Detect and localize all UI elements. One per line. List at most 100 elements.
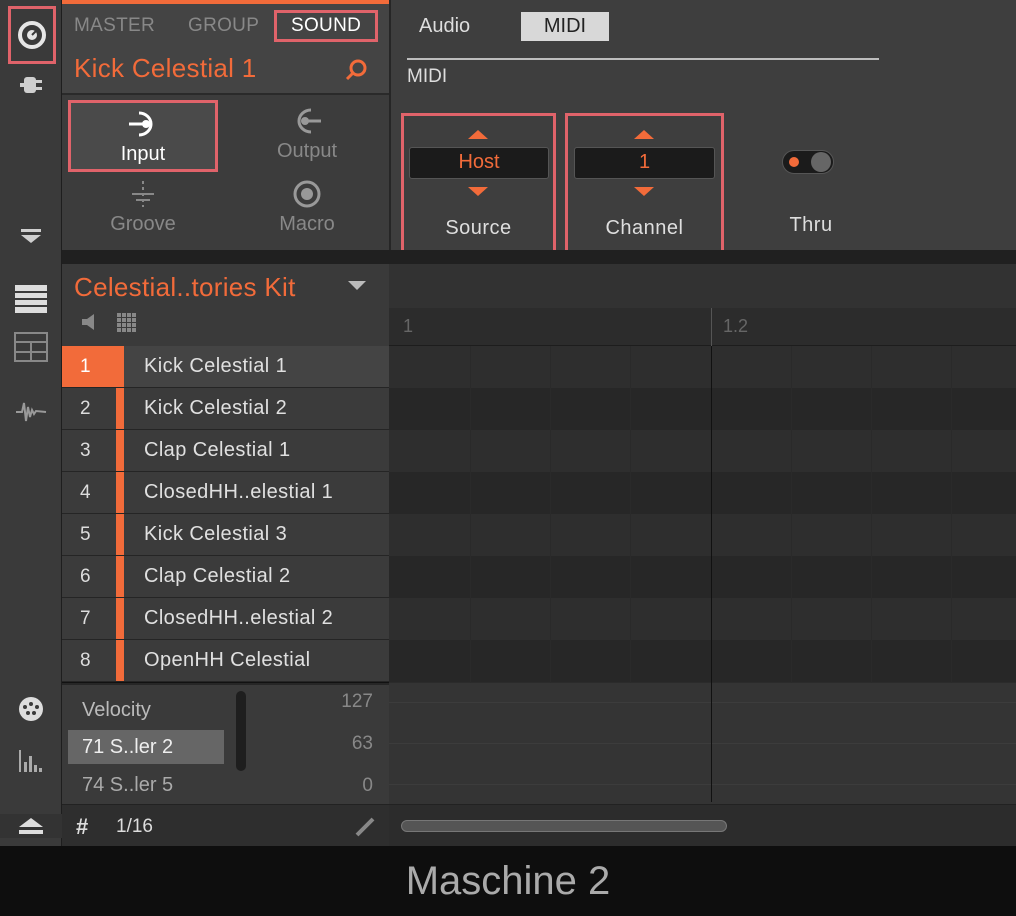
source-up-arrow-icon[interactable] (468, 130, 488, 139)
grid-line (550, 346, 551, 683)
channel-control: 1 Channel (565, 113, 724, 253)
sound-slot-number: 3 (80, 440, 91, 461)
sound-slot-name: Kick Celestial 1 (144, 355, 288, 377)
source-control: Host Source (401, 113, 556, 253)
pattern-lane[interactable] (389, 598, 1016, 640)
tab-midi[interactable]: MIDI (521, 12, 609, 41)
pattern-lane[interactable] (389, 640, 1016, 682)
navigation-panel: MASTER GROUP SOUND Kick Celestial 1 (62, 0, 389, 95)
section-output-label: Output (276, 140, 338, 162)
pattern-lane[interactable] (389, 430, 1016, 472)
grid-line (791, 346, 792, 683)
sound-slot-row[interactable]: 8 OpenHH Celestial (62, 640, 389, 682)
thru-toggle[interactable] (782, 150, 834, 174)
ruler-marker: 1 (403, 316, 414, 336)
sound-name-title: Kick Celestial 1 (74, 53, 257, 83)
modulation-item[interactable]: Velocity (82, 699, 151, 722)
pattern-lane[interactable] (389, 514, 1016, 556)
pattern-editor[interactable]: 1 1.2 (389, 264, 1016, 846)
channel-up-arrow-icon[interactable] (634, 130, 654, 139)
modulation-item[interactable]: 74 S..ler 5 (82, 774, 173, 797)
source-value-field[interactable]: Host (409, 147, 549, 179)
section-macro-label: Macro (279, 213, 335, 235)
sound-slot-row[interactable]: 1 Kick Celestial 1 (62, 346, 389, 388)
collapse-down-icon[interactable] (0, 224, 62, 248)
pattern-lane[interactable] (389, 556, 1016, 598)
sound-color-bar (116, 472, 124, 513)
control-knob-icon[interactable] (8, 6, 56, 64)
velocity-lane[interactable] (389, 683, 1016, 804)
pencil-icon[interactable] (354, 816, 376, 843)
pattern-view-icon[interactable] (0, 330, 62, 364)
tab-master[interactable]: MASTER (74, 15, 155, 37)
sound-slot-number: 6 (80, 566, 91, 587)
pattern-lane[interactable] (389, 388, 1016, 430)
sound-slot-number: 1 (62, 346, 124, 387)
sound-slot-row[interactable]: 2 Kick Celestial 2 (62, 388, 389, 430)
scale-mid-value: 63 (351, 733, 373, 754)
section-groove-button[interactable]: Groove (68, 179, 218, 236)
section-macro-button[interactable]: Macro (232, 179, 382, 236)
toggle-knob (811, 152, 831, 172)
channel-down-arrow-icon[interactable] (634, 187, 654, 196)
sound-slot-number: 5 (80, 524, 91, 545)
list-scrollbar[interactable] (236, 691, 246, 771)
sound-slot-name: Kick Celestial 3 (144, 523, 288, 545)
thru-label: Thru (789, 214, 833, 236)
speaker-mute-icon[interactable] (80, 312, 98, 337)
sound-color-bar (116, 556, 124, 597)
automation-icon[interactable] (0, 746, 62, 776)
ruler-marker: 1.2 (723, 316, 749, 336)
sound-slot-name: Clap Celestial 1 (144, 439, 291, 461)
sound-slot-row[interactable]: 7 ClosedHH..elestial 2 (62, 598, 389, 640)
plugin-plug-icon[interactable] (0, 70, 62, 100)
midi-settings-panel: Audio MIDI MIDI Host Source 1 Channel Th… (389, 0, 1016, 260)
scale-max-value: 127 (341, 691, 373, 712)
scale-min-value: 0 (362, 775, 373, 796)
channel-value-field[interactable]: 1 (574, 147, 715, 179)
sound-color-bar (116, 430, 124, 471)
pattern-lane[interactable] (389, 346, 1016, 388)
list-view-icon[interactable] (0, 282, 62, 316)
sound-slot-number: 8 (80, 650, 91, 671)
kit-dropdown-chevron-icon[interactable] (348, 281, 366, 290)
channel-label: Channel (605, 217, 684, 239)
pad-grid-icon[interactable] (116, 312, 138, 339)
tab-audio[interactable]: Audio (419, 15, 470, 38)
ruler-tick (711, 308, 712, 346)
groove-icon (68, 179, 218, 213)
modulation-item-selected[interactable]: 71 S..ler 2 (68, 730, 224, 764)
step-grid-value[interactable]: 1/16 (116, 816, 153, 838)
source-label: Source (445, 217, 512, 239)
sound-slot-name: Kick Celestial 2 (144, 397, 288, 419)
eject-up-icon[interactable] (0, 814, 62, 838)
waveform-icon[interactable] (0, 397, 62, 427)
grid-line (470, 346, 471, 683)
section-output-button[interactable]: Output (232, 106, 382, 163)
section-input-button[interactable]: Input (68, 100, 218, 172)
footer-bar: # 1/16 (62, 804, 389, 846)
bar-line (711, 346, 712, 802)
sound-slot-row[interactable]: 4 ClosedHH..elestial 1 (62, 472, 389, 514)
midi-port-icon[interactable] (0, 694, 62, 724)
search-icon[interactable] (344, 58, 368, 87)
sound-slot-row[interactable]: 5 Kick Celestial 3 (62, 514, 389, 556)
sound-slot-name: Clap Celestial 2 (144, 565, 291, 587)
hash-grid-icon[interactable]: # (76, 814, 88, 840)
source-down-arrow-icon[interactable] (468, 187, 488, 196)
macro-knob-icon (232, 179, 382, 213)
horizontal-scrollbar-thumb[interactable] (401, 820, 727, 832)
grid-line (951, 346, 952, 683)
timeline-ruler[interactable]: 1 1.2 (389, 308, 1016, 346)
sound-slot-row[interactable]: 3 Clap Celestial 1 (62, 430, 389, 472)
grid-line (871, 346, 872, 683)
tab-sound[interactable]: SOUND (274, 10, 379, 42)
kit-name[interactable]: Celestial..tories Kit (74, 272, 296, 303)
sound-slot-number: 4 (80, 482, 91, 503)
sound-slot-name: ClosedHH..elestial 1 (144, 481, 334, 503)
left-icon-strip (0, 0, 62, 846)
section-input-label: Input (120, 143, 166, 165)
sound-slot-row[interactable]: 6 Clap Celestial 2 (62, 556, 389, 598)
tab-group[interactable]: GROUP (188, 15, 259, 37)
pattern-lane[interactable] (389, 472, 1016, 514)
